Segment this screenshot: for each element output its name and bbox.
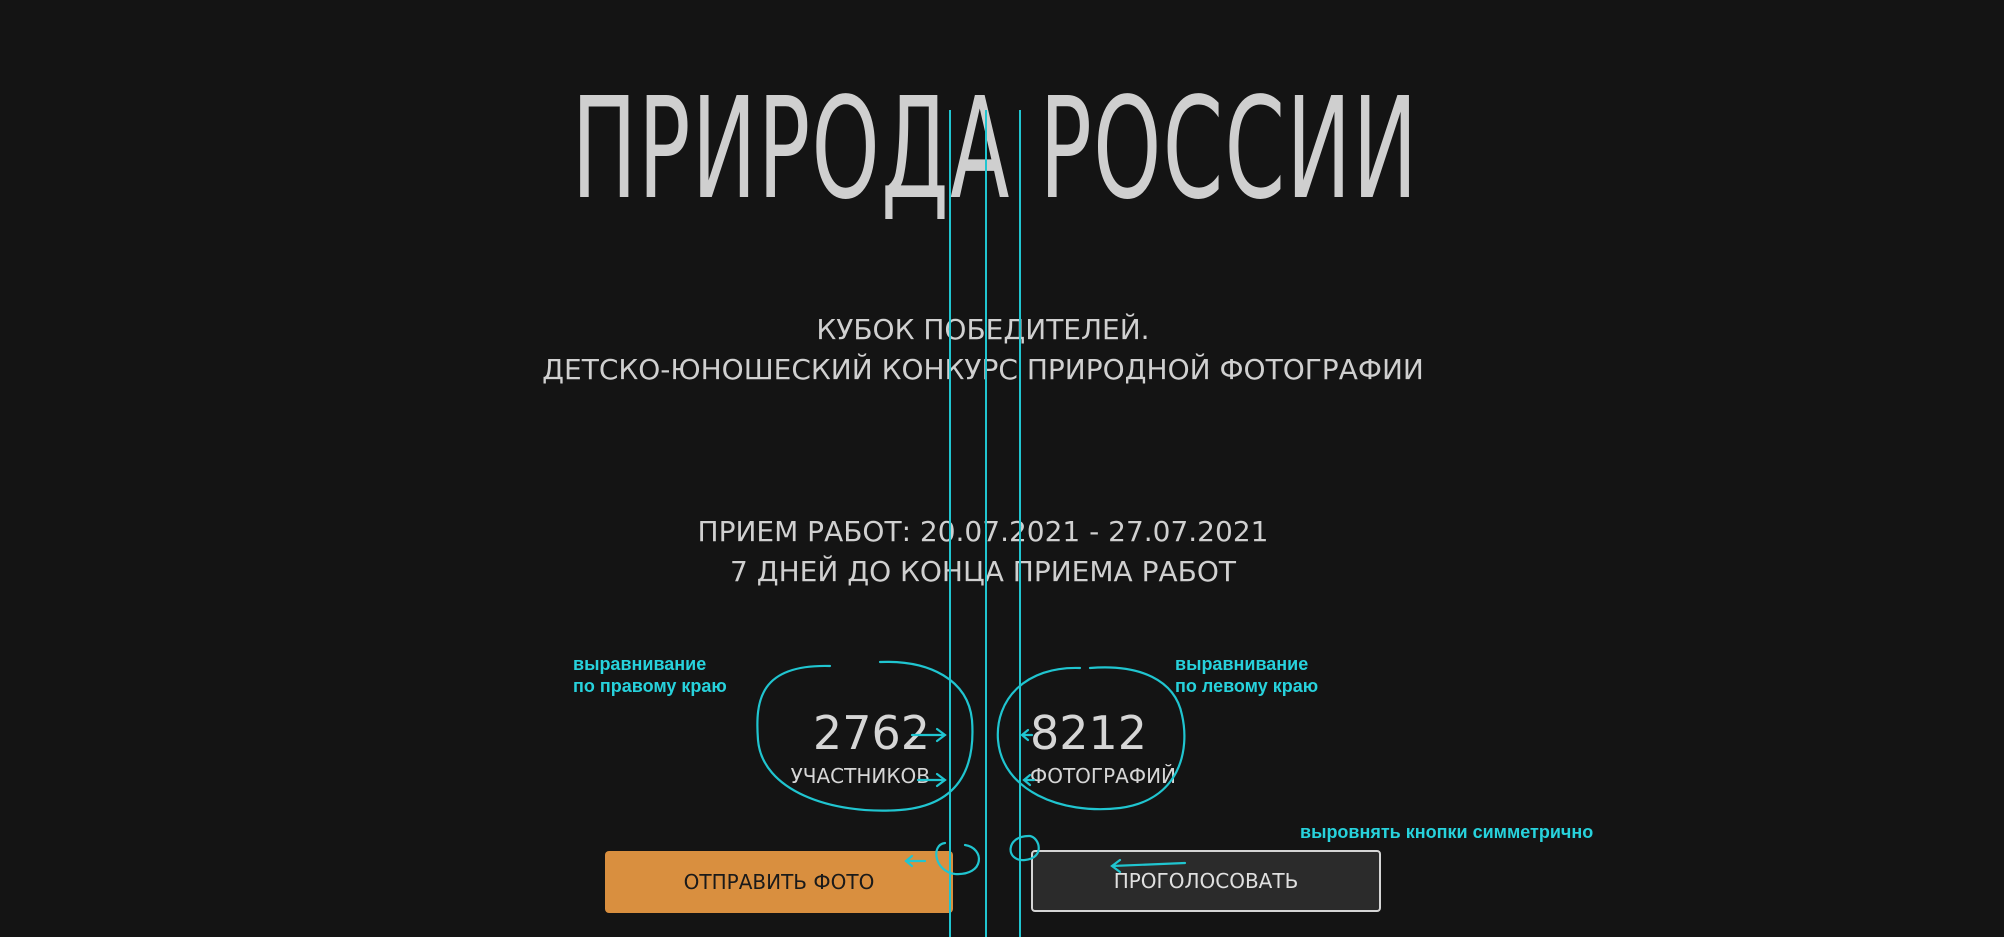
scribble-circle-left — [756, 660, 974, 812]
arrow-symmetric — [1110, 858, 1187, 874]
arrow-left-label — [1022, 773, 1036, 787]
arrow-left-number — [1020, 728, 1034, 742]
arrow-right-label — [916, 772, 947, 788]
scribble-small-left — [935, 841, 981, 876]
arrow-right-number — [910, 727, 947, 743]
scribble-small-right — [1009, 834, 1040, 862]
arrow-left-button — [904, 854, 927, 868]
annotation-sketches — [756, 660, 1187, 876]
